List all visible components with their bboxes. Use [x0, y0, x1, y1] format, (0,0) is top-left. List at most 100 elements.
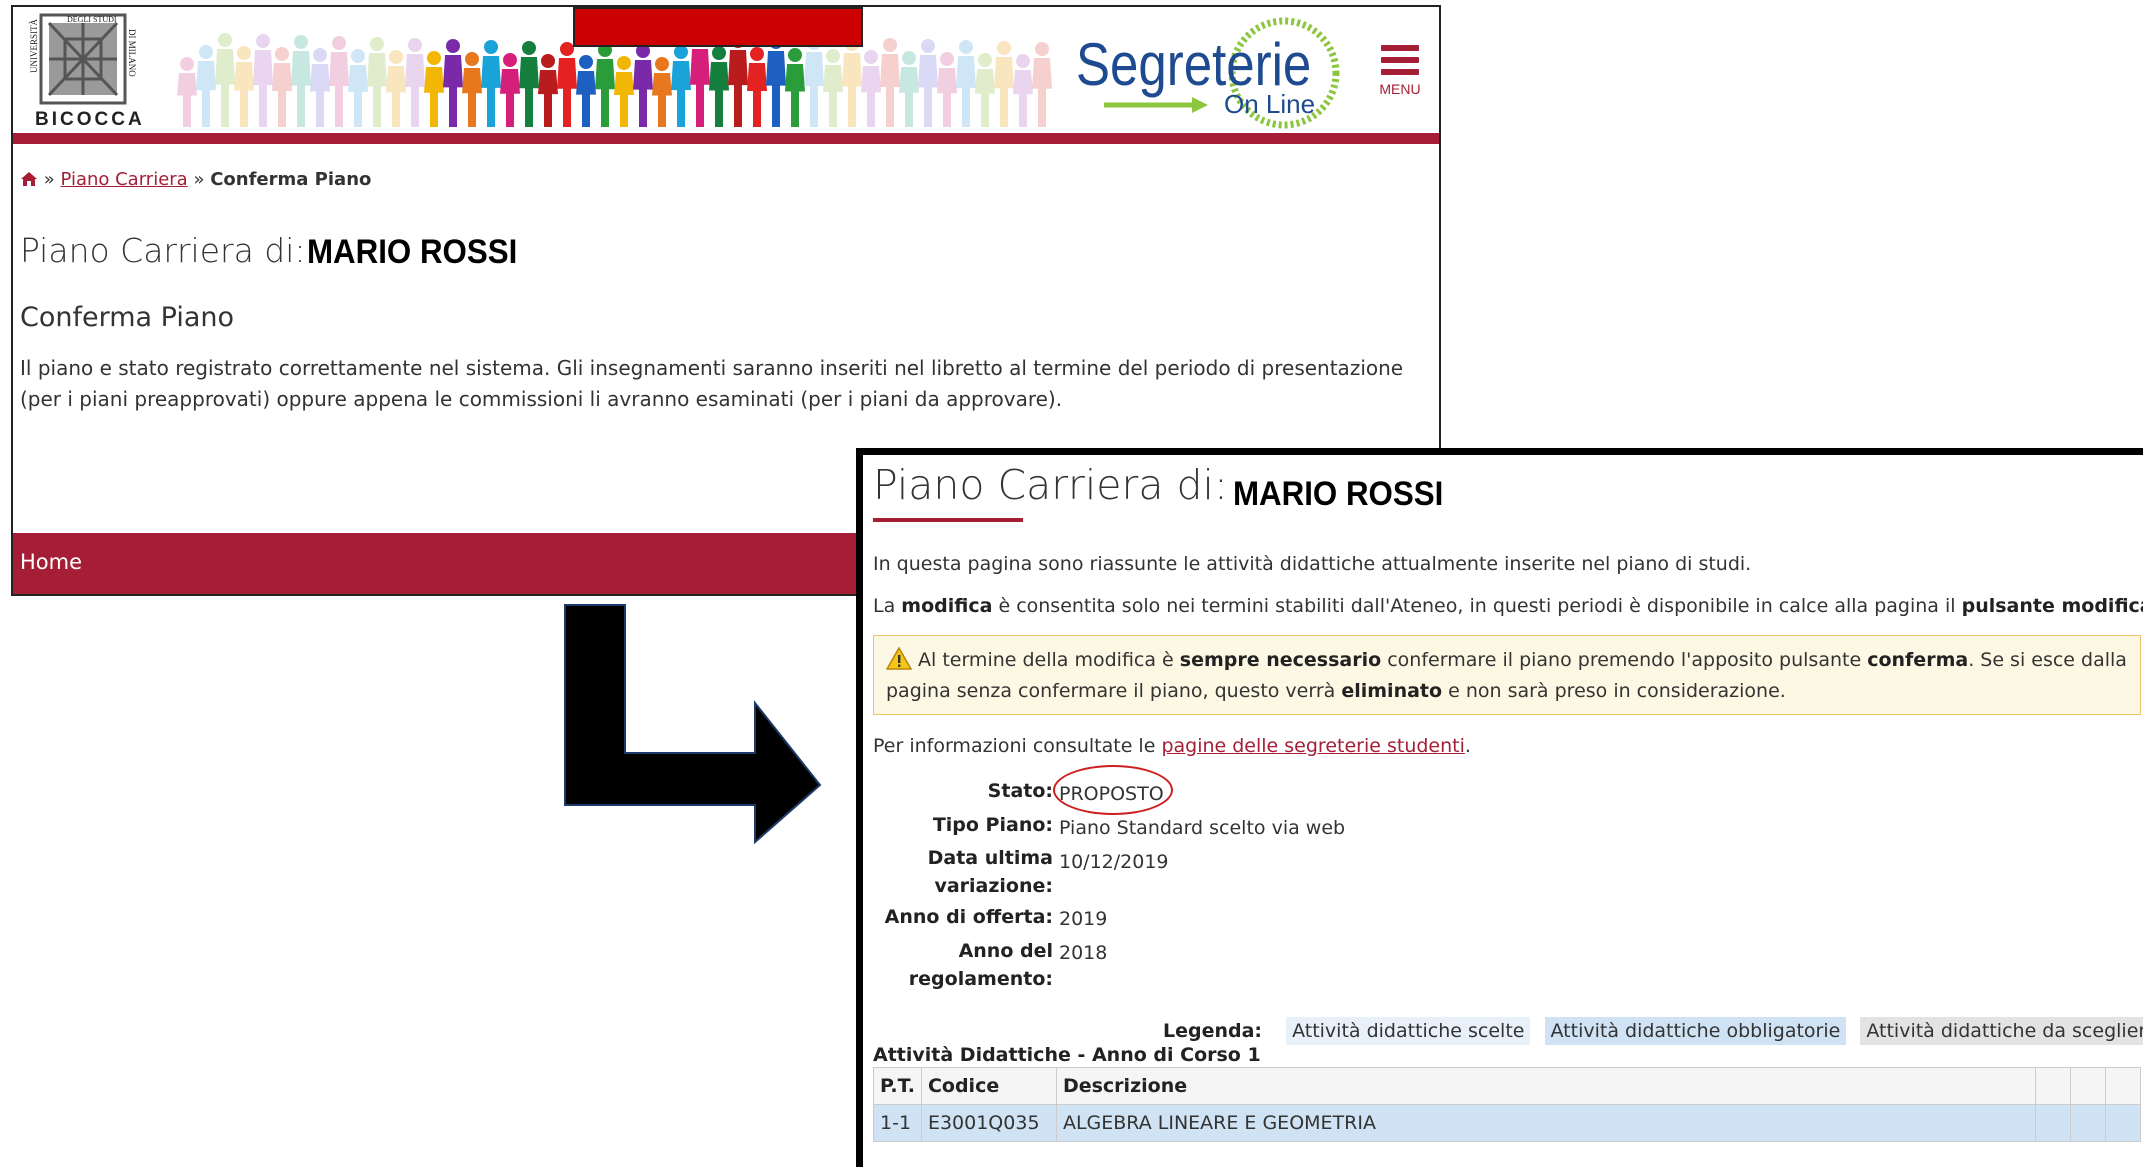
anno-regolamento-value: 2018 [1059, 942, 1108, 964]
text-segment: Al termine della modifica è [918, 649, 1180, 671]
legend-label: Legenda: [1163, 1020, 1263, 1042]
person-figure [519, 41, 539, 127]
legend-chip-scelte: Attività didattiche scelte [1286, 1017, 1531, 1045]
text-segment: La [873, 595, 902, 617]
hamburger-icon [1381, 45, 1419, 51]
cell-pt: 1-1 [873, 1104, 922, 1142]
person-figure [1013, 54, 1033, 127]
person-figure [880, 38, 900, 127]
svg-text:Segreterie: Segreterie [1076, 31, 1311, 98]
person-figure [405, 38, 425, 127]
text-emphasis: pulsante modifica [1961, 595, 2143, 617]
svg-text:DEGLI STUDI: DEGLI STUDI [67, 15, 117, 24]
segreterie-online-logo[interactable]: Segreterie On Line [1076, 13, 1346, 131]
person-figure [994, 41, 1014, 127]
person-figure [956, 40, 976, 127]
anno-regolamento-label: Anno del regolamento: [863, 937, 1053, 993]
tipo-piano-value: Piano Standard scelto via web [1059, 817, 1346, 839]
person-figure [500, 53, 520, 127]
column-header-extra [2070, 1067, 2106, 1105]
person-figure [614, 56, 634, 127]
label-line: Data ultima [927, 847, 1053, 869]
table-row[interactable]: 1-1 E3001Q035 ALGEBRA LINEARE E GEOMETRI… [873, 1104, 2141, 1142]
person-figure [348, 49, 368, 127]
person-figure [823, 49, 843, 127]
cell-codice: E3001Q035 [920, 1104, 1057, 1142]
modification-text: La modifica è consentita solo nei termin… [873, 595, 2143, 617]
person-figure [785, 48, 805, 127]
person-figure [766, 35, 786, 127]
text-segment: è consentita solo nei termini stabiliti … [992, 595, 1962, 617]
person-figure [367, 37, 387, 127]
column-header-codice[interactable]: Codice [920, 1067, 1057, 1105]
person-figure [177, 57, 197, 127]
person-figure [272, 47, 292, 127]
person-figure [842, 37, 862, 127]
transition-arrow [564, 604, 822, 845]
menu-button[interactable]: MENU [1368, 45, 1432, 117]
menu-label: MENU [1379, 81, 1421, 97]
person-figure [918, 39, 938, 127]
person-figure [652, 57, 672, 127]
header-accent-bar [13, 133, 1439, 144]
breadcrumb-current: Conferma Piano [210, 169, 372, 190]
breadcrumb: » Piano Carriera » Conferma Piano [20, 169, 371, 190]
title-underline [873, 518, 1023, 522]
person-figure [310, 48, 330, 127]
person-figure [709, 46, 729, 127]
tipo-piano-label: Tipo Piano: [932, 814, 1053, 836]
home-link[interactable]: Home [20, 550, 82, 574]
person-figure [253, 34, 273, 127]
person-figure [861, 50, 881, 127]
column-header-descrizione[interactable]: Descrizione [1055, 1067, 2037, 1105]
data-variazione-value: 10/12/2019 [1059, 851, 1169, 873]
breadcrumb-separator: » [193, 169, 205, 190]
column-header-pt[interactable]: P.T. [873, 1067, 922, 1105]
person-figure [576, 55, 596, 127]
hamburger-icon-bar [1381, 69, 1419, 75]
page-title: Piano Carriera di: [20, 231, 306, 270]
person-figure [291, 35, 311, 127]
person-figure [234, 46, 254, 127]
table-header-row: P.T. Codice Descrizione [873, 1067, 2141, 1105]
person-figure [215, 33, 235, 127]
page-subtitle: Conferma Piano [20, 302, 235, 333]
text-emphasis: conferma [1867, 649, 1969, 671]
page-title: Piano Carriera di: [873, 461, 1228, 509]
data-variazione-label: Data ultima variazione: [863, 844, 1053, 900]
warning-alert: Al termine della modifica è sempre neces… [873, 635, 2141, 715]
redacted-block [573, 7, 863, 47]
svg-text:BICOCCA: BICOCCA [35, 109, 145, 130]
cell-extra [2035, 1104, 2071, 1142]
person-figure [937, 52, 957, 127]
hamburger-icon-bar [1381, 57, 1419, 63]
text-segment: e non sarà preso in considerazione. [1442, 680, 1786, 702]
label-line: regolamento: [908, 968, 1053, 990]
activities-table: P.T. Codice Descrizione 1-1 E3001Q035 AL… [873, 1067, 2141, 1142]
cell-descrizione: ALGEBRA LINEARE E GEOMETRIA [1055, 1104, 2037, 1142]
segreterie-studenti-link[interactable]: pagine delle segreterie studenti [1161, 735, 1464, 757]
person-figure [424, 51, 444, 127]
svg-text:UNIVERSITÀ: UNIVERSITÀ [29, 19, 39, 73]
student-name: MARIO ROSSI [1233, 475, 1444, 513]
section-title: Attività Didattiche - Anno di Corso 1 [873, 1044, 1261, 1066]
person-figure [633, 44, 653, 127]
cell-extra [2070, 1104, 2106, 1142]
breadcrumb-link-piano-carriera[interactable]: Piano Carriera [60, 169, 187, 190]
person-figure [329, 36, 349, 127]
text-segment: confermare il piano premendo l'apposito … [1381, 649, 1868, 671]
person-figure [671, 45, 691, 127]
confirmation-message: Il piano e stato registrato correttament… [20, 356, 1404, 411]
home-icon[interactable] [20, 171, 38, 187]
text-segment: Per informazioni consultate le [873, 735, 1162, 757]
stato-label: Stato: [987, 780, 1053, 802]
highlight-circle [1053, 765, 1173, 815]
svg-text:DI MILANO: DI MILANO [127, 29, 137, 77]
person-figure [595, 43, 615, 127]
person-figure [804, 36, 824, 127]
text-emphasis: sempre necessario [1179, 649, 1382, 671]
person-figure [481, 40, 501, 127]
person-figure [557, 42, 577, 127]
text-emphasis: eliminato [1341, 680, 1443, 702]
unimib-logo[interactable]: UNIVERSITÀ DI MILANO DEGLI STUDI BICOCCA [27, 13, 147, 131]
